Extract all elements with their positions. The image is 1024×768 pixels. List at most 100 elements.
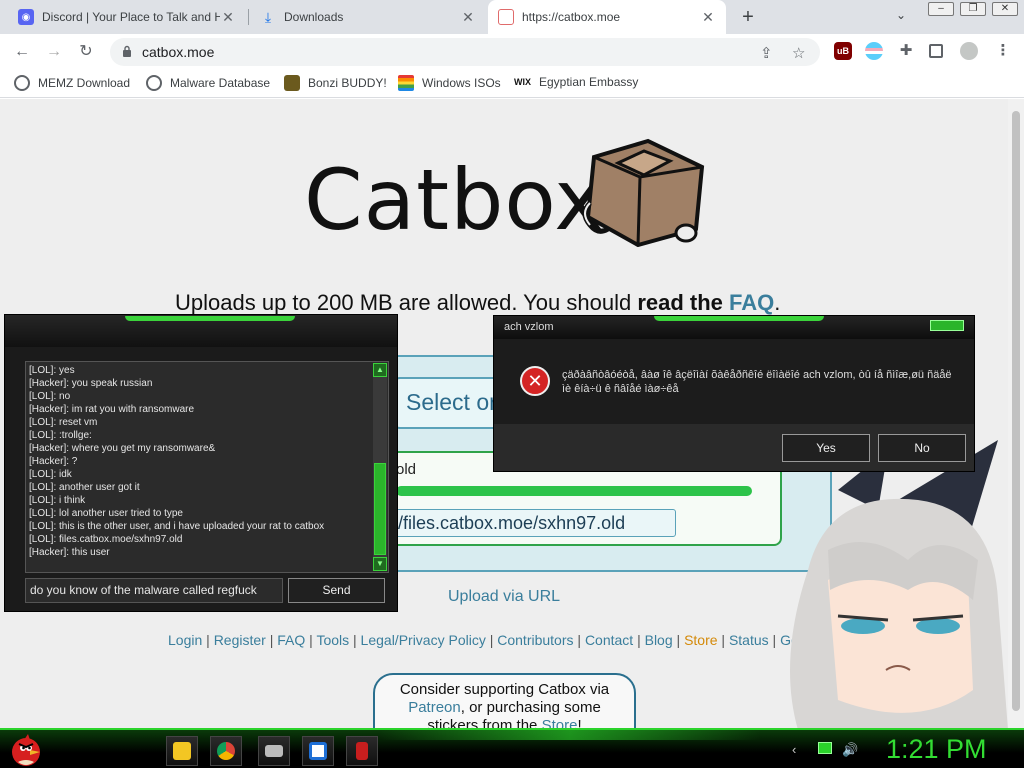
bookmark-bonzi-buddy[interactable]: Bonzi BUDDY! <box>284 75 387 91</box>
chat-message: [LOL]: i think <box>29 495 86 506</box>
catbox-icon <box>498 9 514 25</box>
restore-icon[interactable]: ❐ <box>960 2 986 16</box>
dialog-close-icon[interactable] <box>930 320 964 331</box>
chat-message: [Hacker]: im rat you with ransomware <box>29 404 195 415</box>
chat-titlebar[interactable] <box>5 315 397 347</box>
dialog-body: ✕ çäðàâñòâóéòå, âàø îê âçëîìàí õàêåðñêîé… <box>494 339 974 424</box>
upload-progress-bar <box>396 486 752 496</box>
chat-message: [LOL]: :trollge: <box>29 430 92 441</box>
scroll-up-icon[interactable]: ▲ <box>373 363 387 377</box>
discord-icon: ◉ <box>18 9 34 25</box>
chat-scroll-thumb[interactable] <box>374 463 386 555</box>
bookmarks-bar: MEMZ Download Malware Database Bonzi BUD… <box>0 70 1024 98</box>
uploaded-file-url[interactable]: //files.catbox.moe/sxhn97.old <box>386 509 676 537</box>
support-text: stickers from the <box>427 717 542 728</box>
titlebar-glow <box>125 316 295 321</box>
chat-message-input[interactable]: do you know of the malware called regfuc… <box>25 578 283 603</box>
taskbar-printer[interactable] <box>258 736 290 766</box>
tab-catbox[interactable]: https://catbox.moe ✕ <box>488 0 726 34</box>
network-icon[interactable] <box>818 742 832 754</box>
reload-icon[interactable]: ↻ <box>76 42 96 62</box>
volume-icon[interactable]: 🔊 <box>842 742 858 758</box>
footer-link-store[interactable]: Store <box>684 632 717 648</box>
error-dialog[interactable]: ach vzlom ✕ çäðàâñòâóéòå, âàø îê âçëîìàí… <box>493 315 975 472</box>
error-icon: ✕ <box>520 366 550 396</box>
back-arrow-icon[interactable]: ← <box>12 42 32 62</box>
bookmark-memz[interactable]: MEMZ Download <box>14 75 130 91</box>
chat-message: [LOL]: no <box>29 391 71 402</box>
bonzi-icon <box>284 75 300 91</box>
printer-icon <box>265 745 283 757</box>
footer-link-faq[interactable]: FAQ <box>277 632 305 648</box>
globe-icon <box>14 75 30 91</box>
profile-icon[interactable] <box>960 42 978 60</box>
store-link[interactable]: Store <box>542 717 578 728</box>
share-icon[interactable]: ⇪ <box>760 44 773 62</box>
footer-link-login[interactable]: Login <box>168 632 202 648</box>
dialog-titlebar[interactable]: ach vzlom <box>494 316 974 339</box>
footer-link-blog[interactable]: Blog <box>645 632 673 648</box>
taskbar-file-explorer[interactable] <box>166 736 198 766</box>
star-icon[interactable]: ☆ <box>792 44 805 62</box>
bookmark-egyptian-embassy[interactable]: WIX Egyptian Embassy <box>514 75 638 89</box>
taskbar-red-app[interactable] <box>346 736 378 766</box>
scrollbar-thumb[interactable] <box>1012 111 1020 711</box>
start-button-angry-bird-icon[interactable] <box>8 732 44 768</box>
chat-message: [LOL]: yes <box>29 365 75 376</box>
close-icon[interactable]: ✕ <box>700 9 716 26</box>
side-panel-icon[interactable] <box>929 44 943 58</box>
footer-link-tools[interactable]: Tools <box>316 632 349 648</box>
footer-link-contributors[interactable]: Contributors <box>497 632 573 648</box>
new-tab-button[interactable]: + <box>736 6 760 28</box>
support-box: Consider supporting Catbox via Patreon, … <box>373 673 636 728</box>
extension-flag-icon[interactable] <box>865 42 883 60</box>
scroll-down-icon[interactable]: ▼ <box>373 557 387 571</box>
taskbar-app-window[interactable] <box>302 736 334 766</box>
chat-window[interactable]: [LOL]: yes [Hacker]: you speak russian [… <box>4 314 398 612</box>
dialog-yes-button[interactable]: Yes <box>782 434 870 462</box>
upload-via-url-link[interactable]: Upload via URL <box>448 588 560 606</box>
chat-message: [LOL]: files.catbox.moe/sxhn97.old <box>29 534 183 545</box>
anime-girl-overlay <box>790 440 1008 730</box>
tray-chevron-icon[interactable]: ‹ <box>792 742 796 757</box>
taskbar-chrome[interactable] <box>210 736 242 766</box>
tab-title: https://catbox.moe <box>522 10 621 24</box>
tab-discord[interactable]: ◉ Discord | Your Place to Talk and H ✕ <box>8 0 246 34</box>
page-scrollbar[interactable] <box>1008 99 1024 728</box>
chat-messages: [LOL]: yes [Hacker]: you speak russian [… <box>29 364 369 559</box>
bookmark-malware-database[interactable]: Malware Database <box>146 75 270 91</box>
close-icon[interactable]: ✕ <box>460 9 476 26</box>
address-bar[interactable]: catbox.moe ⇪ ☆ <box>110 38 820 66</box>
tab-downloads[interactable]: ⤓ Downloads ✕ <box>250 0 486 34</box>
taskbar-clock[interactable]: 1:21 PM <box>886 734 987 765</box>
chat-send-button[interactable]: Send <box>288 578 385 603</box>
file-explorer-icon <box>173 742 191 760</box>
footer-link-contact[interactable]: Contact <box>585 632 633 648</box>
window-close-icon[interactable]: ✕ <box>992 2 1018 16</box>
tab-strip: ◉ Discord | Your Place to Talk and H ✕ ⤓… <box>0 0 1024 34</box>
titlebar-glow <box>654 316 824 321</box>
tab-separator <box>248 9 249 25</box>
tab-search-chevron-icon[interactable]: ⌄ <box>896 8 906 22</box>
menu-dots-icon[interactable]: ⋮ <box>994 42 1012 60</box>
footer-link-status[interactable]: Status <box>729 632 769 648</box>
footer-link-legal[interactable]: Legal/Privacy Policy <box>361 632 486 648</box>
chrome-icon <box>217 742 235 760</box>
chat-scrollbar[interactable]: ▲ ▼ <box>373 363 387 571</box>
minimize-icon[interactable]: – <box>928 2 954 16</box>
dialog-title: ach vzlom <box>504 321 554 333</box>
puzzle-icon[interactable]: ✚ <box>897 42 915 60</box>
forward-arrow-icon[interactable]: → <box>44 42 64 62</box>
close-icon[interactable]: ✕ <box>220 9 236 26</box>
dialog-no-button[interactable]: No <box>878 434 966 462</box>
footer-link-register[interactable]: Register <box>214 632 266 648</box>
bookmark-windows-isos[interactable]: Windows ISOs <box>398 75 501 91</box>
support-text: ! <box>577 717 582 728</box>
ublock-icon[interactable]: uB <box>834 42 852 60</box>
chat-message: [LOL]: lol another user tried to type <box>29 508 183 519</box>
faq-link[interactable]: FAQ <box>729 290 774 315</box>
patreon-link[interactable]: Patreon <box>408 699 461 716</box>
chat-log[interactable]: [LOL]: yes [Hacker]: you speak russian [… <box>25 361 389 573</box>
taskbar: ‹ 🔊 1:21 PM <box>0 728 1024 768</box>
app-window-icon <box>309 742 327 760</box>
